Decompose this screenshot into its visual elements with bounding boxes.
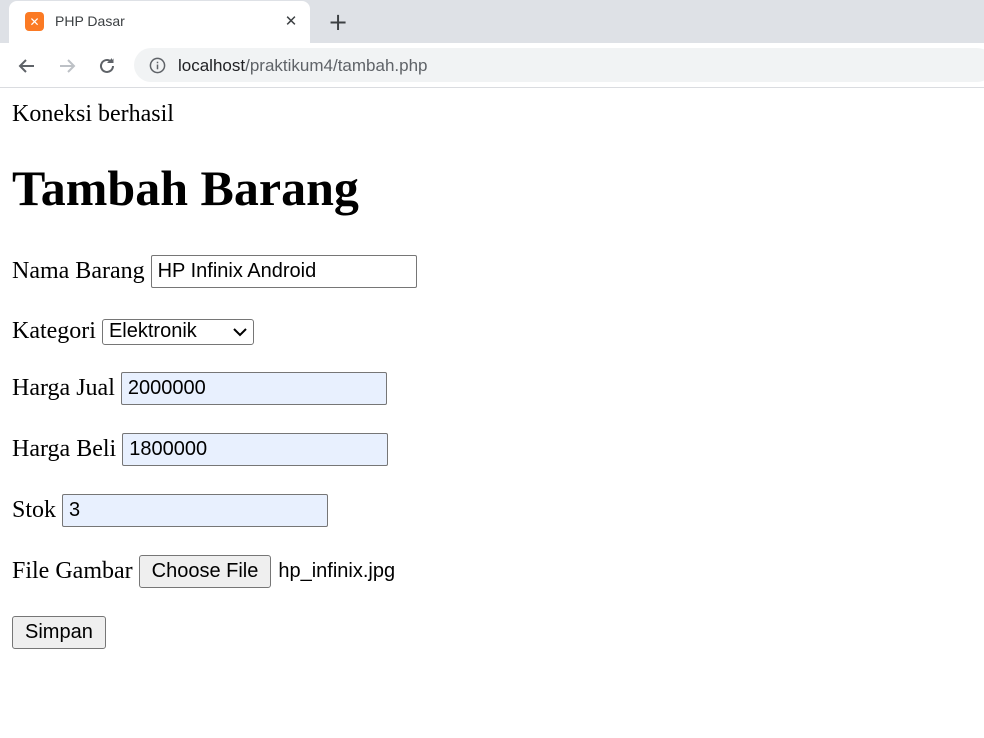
kategori-row: Kategori Elektronik (12, 318, 254, 345)
kategori-selected-value: Elektronik (108, 320, 197, 342)
simpan-button[interactable]: Simpan (12, 616, 106, 649)
chevron-down-icon (233, 327, 247, 336)
address-bar[interactable]: localhost/praktikum4/tambah.php (134, 48, 984, 82)
tab-strip: ✕ PHP Dasar ✕ + (0, 0, 984, 43)
info-icon[interactable] (149, 57, 166, 74)
close-tab-icon[interactable]: ✕ (281, 11, 301, 31)
stok-row: Stok 3 (12, 494, 329, 527)
stok-input[interactable]: 3 (62, 494, 329, 527)
kategori-select[interactable]: Elektronik (101, 318, 254, 345)
harga-jual-label: Harga Jual (12, 375, 115, 401)
submit-row: Simpan (12, 616, 106, 649)
browser-toolbar: localhost/praktikum4/tambah.php (0, 43, 984, 88)
selected-file-name: hp_infinix.jpg (278, 560, 396, 582)
reload-icon[interactable] (94, 53, 120, 79)
file-gambar-row: File Gambar Choose File hp_infinix.jpg (12, 555, 395, 588)
nama-barang-input[interactable]: HP Infinix Android (150, 255, 417, 288)
nama-barang-label: Nama Barang (12, 258, 145, 284)
harga-beli-input[interactable]: 1800000 (122, 433, 389, 466)
harga-jual-input[interactable]: 2000000 (120, 372, 387, 405)
connection-status: Koneksi berhasil (12, 101, 174, 127)
harga-beli-row: Harga Beli 1800000 (12, 433, 389, 466)
harga-beli-label: Harga Beli (12, 436, 117, 462)
kategori-label: Kategori (12, 318, 96, 344)
stok-label: Stok (12, 497, 57, 523)
tab-title: PHP Dasar (55, 13, 125, 29)
nama-barang-row: Nama Barang HP Infinix Android (12, 255, 417, 288)
forward-icon[interactable] (54, 53, 80, 79)
back-icon[interactable] (14, 53, 40, 79)
browser-tab[interactable]: ✕ PHP Dasar ✕ (9, 1, 310, 43)
url-text: localhost/praktikum4/tambah.php (178, 56, 428, 75)
harga-jual-row: Harga Jual 2000000 (12, 372, 387, 405)
new-tab-icon[interactable]: + (326, 10, 350, 34)
file-gambar-label: File Gambar (12, 558, 133, 584)
page-title: Tambah Barang (12, 160, 359, 216)
choose-file-button[interactable]: Choose File (138, 555, 272, 588)
xampp-icon: ✕ (25, 12, 44, 31)
